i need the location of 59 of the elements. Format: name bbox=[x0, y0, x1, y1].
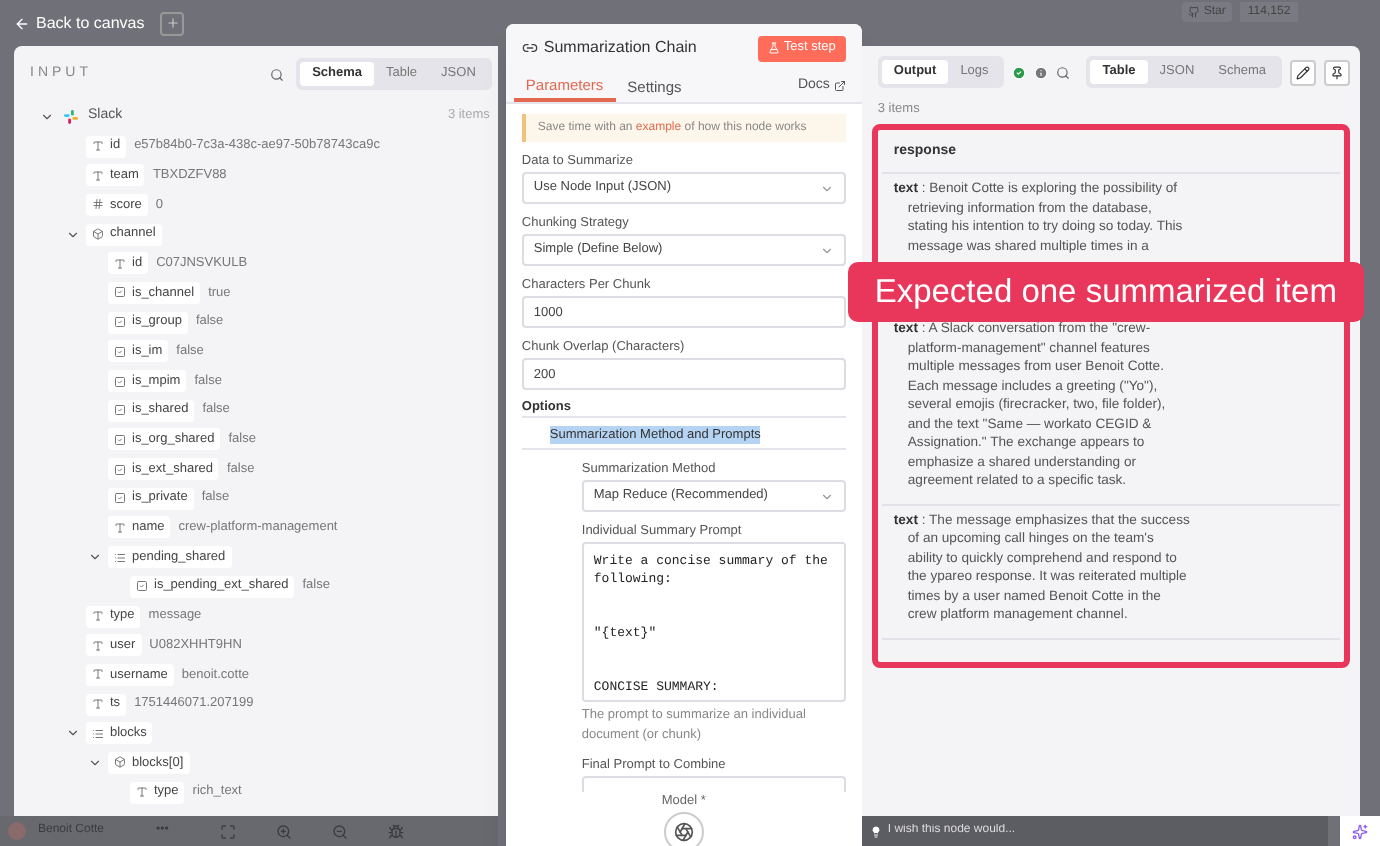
text-type-icon bbox=[114, 521, 126, 534]
info-icon bbox=[1034, 65, 1049, 79]
chevron-icon[interactable] bbox=[40, 109, 54, 124]
text-type-icon bbox=[92, 668, 104, 681]
checkbox-icon bbox=[114, 316, 126, 329]
text-type-icon bbox=[136, 786, 148, 799]
node-title: Summarization Chain bbox=[543, 36, 697, 60]
search-icon[interactable] bbox=[270, 67, 285, 81]
text-type-icon bbox=[92, 698, 104, 711]
checkbox-icon bbox=[114, 404, 126, 417]
chevron-icon bbox=[819, 181, 834, 195]
github-icon bbox=[1187, 6, 1200, 18]
success-check-icon bbox=[1012, 65, 1027, 79]
sparkles-icon bbox=[1352, 823, 1368, 839]
text-type-icon bbox=[92, 639, 104, 652]
pin-button[interactable] bbox=[1324, 59, 1350, 85]
list-icon bbox=[114, 551, 126, 564]
chevron-icon[interactable] bbox=[66, 726, 80, 741]
back-to-canvas-link[interactable]: Back to canvas bbox=[14, 11, 145, 35]
model-connector[interactable] bbox=[663, 812, 704, 846]
search-icon[interactable] bbox=[1056, 65, 1071, 79]
checkbox-icon bbox=[114, 463, 126, 476]
prompt-field[interactable] bbox=[581, 776, 846, 792]
bug-icon[interactable] bbox=[388, 823, 405, 839]
aperture-icon bbox=[673, 822, 694, 842]
chevron-icon[interactable] bbox=[88, 550, 102, 565]
cube-icon bbox=[92, 228, 104, 241]
checkbox-icon bbox=[114, 492, 126, 505]
external-link-icon bbox=[833, 79, 846, 92]
list-icon bbox=[92, 727, 104, 740]
plus-icon bbox=[165, 16, 180, 30]
chevron-icon bbox=[819, 243, 834, 257]
callout: Expected one summarized item bbox=[847, 262, 1364, 322]
chevron-icon bbox=[819, 489, 834, 503]
edit-button[interactable] bbox=[1290, 59, 1316, 85]
cube-icon bbox=[114, 756, 126, 769]
checkbox-icon bbox=[114, 375, 126, 388]
checkbox-icon bbox=[114, 286, 126, 299]
checkbox-icon bbox=[136, 580, 148, 593]
pin-icon bbox=[1330, 65, 1344, 79]
zoom-in-icon[interactable] bbox=[276, 823, 293, 839]
text-type-icon bbox=[92, 140, 104, 153]
text-type-icon bbox=[114, 257, 126, 270]
text-type-icon bbox=[92, 610, 104, 623]
avatar bbox=[8, 822, 26, 840]
checkbox-icon bbox=[114, 433, 126, 446]
hash-icon bbox=[92, 198, 104, 211]
chevron-icon[interactable] bbox=[66, 227, 80, 242]
flask-icon bbox=[767, 42, 780, 54]
zoom-out-icon[interactable] bbox=[332, 823, 349, 839]
link-icon bbox=[521, 40, 538, 56]
lightbulb-icon bbox=[869, 825, 882, 837]
chevron-icon[interactable] bbox=[88, 755, 102, 770]
checkbox-icon bbox=[114, 345, 126, 358]
arrow-left-icon bbox=[14, 15, 30, 31]
assistant-button[interactable] bbox=[1340, 816, 1380, 846]
pencil-icon bbox=[1296, 65, 1310, 79]
text-type-icon bbox=[92, 169, 104, 182]
app-logo-icon bbox=[64, 109, 78, 124]
